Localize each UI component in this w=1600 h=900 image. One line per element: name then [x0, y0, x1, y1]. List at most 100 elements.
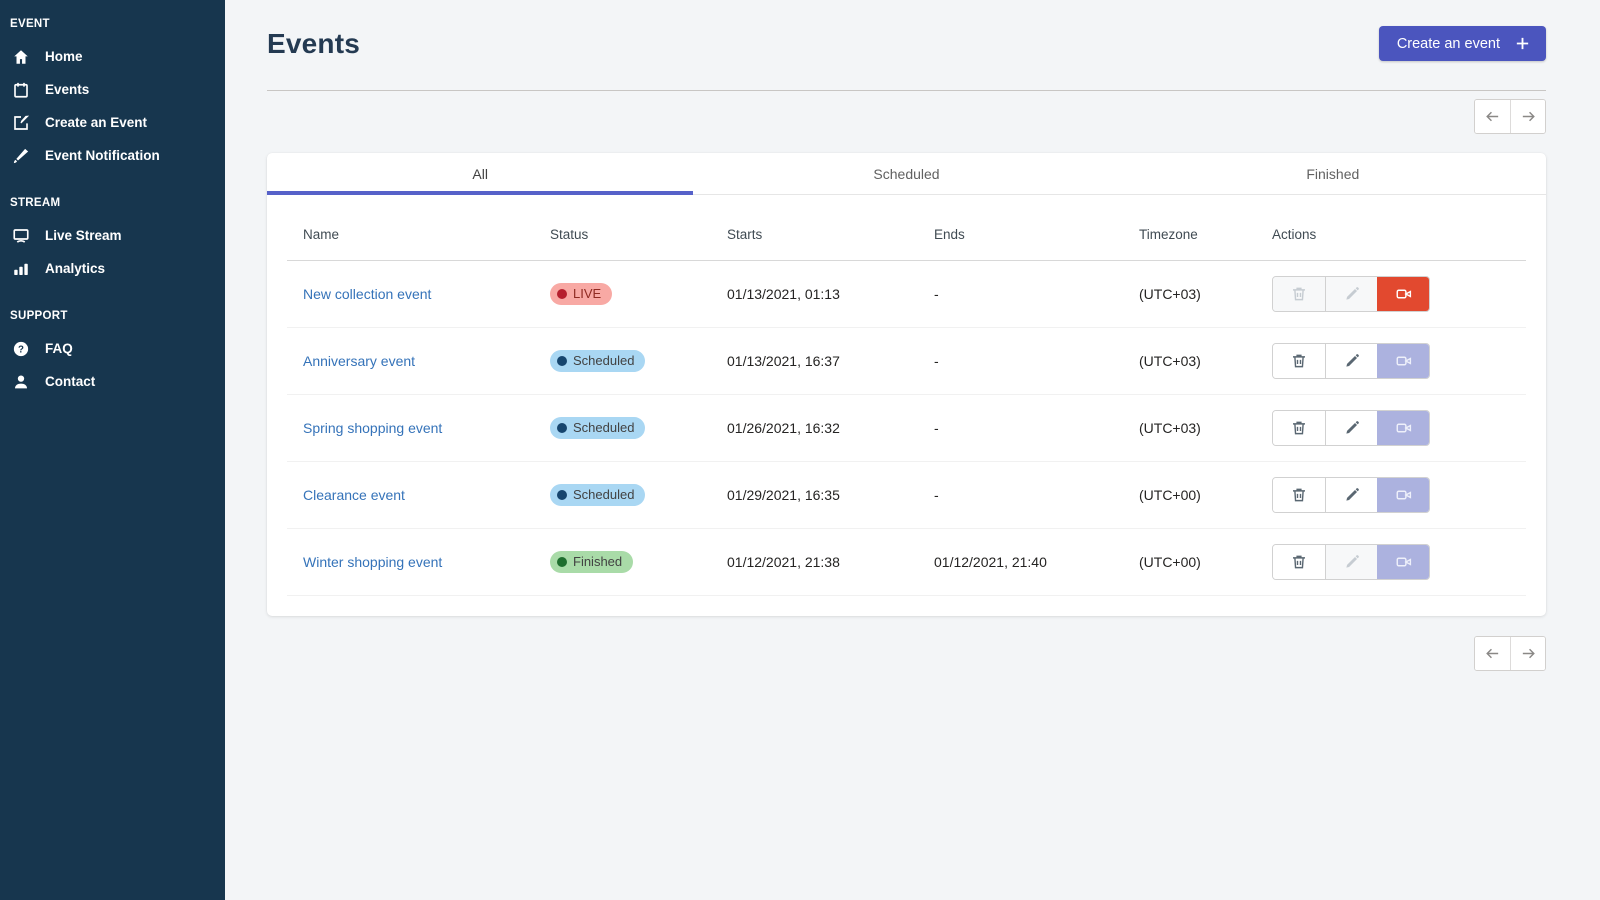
event-name-link[interactable]: Clearance event: [303, 487, 405, 503]
plus-icon: [1514, 35, 1531, 52]
table-row: New collection event LIVE 01/13/2021, 01…: [287, 261, 1526, 328]
sidebar-item-label: Contact: [45, 374, 96, 389]
ends-value: -: [934, 353, 939, 369]
event-name-link[interactable]: Anniversary event: [303, 353, 415, 369]
sidebar: EVENT Home Events Create an Event Event …: [0, 0, 225, 900]
svg-text:?: ?: [18, 344, 24, 355]
starts-value: 01/13/2021, 01:13: [727, 286, 840, 302]
column-header-starts: Starts: [727, 227, 763, 242]
arrow-left-icon: [1484, 645, 1501, 662]
pagination-top: [267, 99, 1546, 134]
edit-button[interactable]: [1325, 411, 1377, 445]
header-divider: [267, 90, 1546, 91]
column-header-ends: Ends: [934, 227, 965, 242]
column-header-actions: Actions: [1272, 227, 1317, 242]
row-actions: [1272, 410, 1430, 446]
create-event-button-label: Create an event: [1396, 35, 1500, 52]
tab-bar: All Scheduled Finished: [267, 153, 1546, 195]
video-button[interactable]: [1377, 411, 1429, 445]
delete-button[interactable]: [1273, 411, 1325, 445]
pagination-bottom: [267, 636, 1546, 671]
delete-button[interactable]: [1273, 545, 1325, 579]
monitor-icon: [11, 226, 30, 245]
row-actions: [1272, 544, 1430, 580]
ends-value: -: [934, 420, 939, 436]
home-icon: [11, 47, 30, 66]
video-button[interactable]: [1377, 277, 1429, 311]
events-table: Name Status Starts Ends Timezone Actions…: [287, 195, 1526, 596]
sidebar-item-create-an-event[interactable]: Create an Event: [10, 106, 225, 139]
sidebar-item-contact[interactable]: Contact: [10, 365, 225, 398]
sidebar-section-stream: STREAM Live Stream Analytics: [10, 193, 225, 285]
status-dot-icon: [557, 556, 567, 567]
sidebar-item-faq[interactable]: ? FAQ: [10, 332, 225, 365]
status-badge: Scheduled: [550, 417, 646, 439]
tab-all[interactable]: All: [267, 153, 694, 195]
video-button[interactable]: [1377, 344, 1429, 378]
column-header-name: Name: [303, 227, 340, 242]
sidebar-item-label: Home: [45, 49, 83, 64]
event-name-link[interactable]: Winter shopping event: [303, 554, 442, 570]
status-badge: Scheduled: [550, 484, 646, 506]
events-card: All Scheduled Finished Name Status Start…: [267, 153, 1546, 616]
row-actions: [1272, 276, 1430, 312]
starts-value: 01/12/2021, 21:38: [727, 554, 840, 570]
arrow-right-icon: [1520, 108, 1537, 125]
status-dot-icon: [557, 288, 567, 299]
ends-value: 01/12/2021, 21:40: [934, 554, 1047, 570]
status-dot-icon: [557, 489, 567, 500]
edit-button[interactable]: [1325, 344, 1377, 378]
status-label: Finished: [573, 554, 623, 569]
ends-value: -: [934, 286, 939, 302]
status-badge: Finished: [550, 551, 634, 573]
table-header-row: Name Status Starts Ends Timezone Actions: [287, 195, 1526, 261]
status-label: Scheduled: [573, 487, 635, 502]
event-name-link[interactable]: New collection event: [303, 286, 431, 302]
brush-icon: [11, 146, 30, 165]
video-button[interactable]: [1377, 478, 1429, 512]
starts-value: 01/26/2021, 16:32: [727, 420, 840, 436]
table-row: Clearance event Scheduled 01/29/2021, 16…: [287, 462, 1526, 529]
sidebar-section-support: SUPPORT ? FAQ Contact: [10, 306, 225, 398]
section-title-event: EVENT: [10, 18, 50, 30]
delete-button[interactable]: [1273, 344, 1325, 378]
edit-button[interactable]: [1325, 277, 1377, 311]
table-row: Spring shopping event Scheduled 01/26/20…: [287, 395, 1526, 462]
sidebar-item-label: Create an Event: [45, 115, 148, 130]
table-row: Anniversary event Scheduled 01/13/2021, …: [287, 328, 1526, 395]
delete-button[interactable]: [1273, 478, 1325, 512]
prev-page-button[interactable]: [1475, 100, 1510, 133]
sidebar-item-label: Analytics: [45, 261, 106, 276]
status-dot-icon: [557, 355, 567, 366]
section-title-stream: STREAM: [10, 197, 61, 209]
arrow-right-icon: [1520, 645, 1537, 662]
sidebar-item-label: Live Stream: [45, 228, 122, 243]
bar-chart-icon: [11, 259, 30, 278]
sidebar-item-events[interactable]: Events: [10, 73, 225, 106]
column-header-status: Status: [550, 227, 589, 242]
tab-finished[interactable]: Finished: [1120, 153, 1546, 194]
create-event-button[interactable]: Create an event: [1378, 26, 1546, 61]
edit-button[interactable]: [1325, 545, 1377, 579]
person-icon: [11, 372, 30, 391]
timezone-value: (UTC+03): [1139, 286, 1201, 302]
sidebar-item-live-stream[interactable]: Live Stream: [10, 219, 225, 252]
tab-scheduled[interactable]: Scheduled: [693, 153, 1119, 194]
row-actions: [1272, 477, 1430, 513]
sidebar-item-analytics[interactable]: Analytics: [10, 252, 225, 285]
sidebar-item-label: Events: [45, 82, 90, 97]
next-page-button[interactable]: [1510, 637, 1545, 670]
delete-button[interactable]: [1273, 277, 1325, 311]
prev-page-button[interactable]: [1475, 637, 1510, 670]
video-button[interactable]: [1377, 545, 1429, 579]
page-title: Events: [267, 27, 361, 59]
ends-value: -: [934, 487, 939, 503]
pager-group: [1474, 636, 1546, 671]
column-header-timezone: Timezone: [1139, 227, 1198, 242]
sidebar-item-event-notification[interactable]: Event Notification: [10, 139, 225, 172]
next-page-button[interactable]: [1510, 100, 1545, 133]
pager-group: [1474, 99, 1546, 134]
event-name-link[interactable]: Spring shopping event: [303, 420, 442, 436]
sidebar-item-home[interactable]: Home: [10, 40, 225, 73]
edit-button[interactable]: [1325, 478, 1377, 512]
